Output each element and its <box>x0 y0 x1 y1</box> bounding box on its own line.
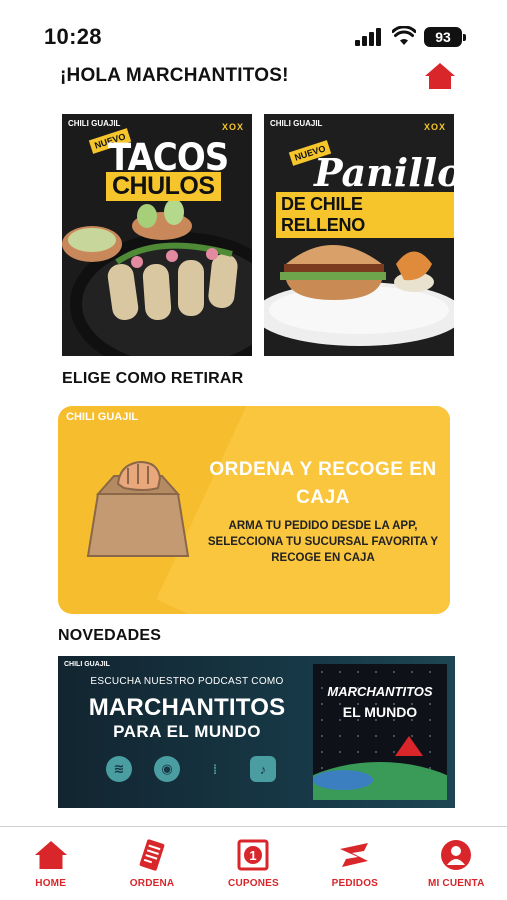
greeting-title: ¡HOLA MARCHANTITOS! <box>60 65 289 86</box>
pickup-description: ARMA TU PEDIDO DESDE LA APP, SELECCIONA … <box>207 520 439 564</box>
promo-title: Panillo <box>314 150 454 195</box>
spotify-icon[interactable]: ≋ <box>106 756 132 782</box>
nav-item-home[interactable]: HOME <box>6 827 96 900</box>
nav-label: PEDIDOS <box>331 878 379 889</box>
pickup-title: ORDENA Y RECOGE EN CAJA <box>209 459 437 508</box>
promo-title-highlight: DE CHILE RELLENO <box>276 192 454 238</box>
podcast-banner[interactable]: CHILI GUAJIL ESCUCHA NUESTRO PODCAST COM… <box>58 656 455 808</box>
podcast-platforms: ≋ ◉ ⁞ ♪ <box>106 756 276 784</box>
wifi-icon <box>392 26 416 45</box>
arrow-icon <box>395 736 423 756</box>
globe-icon <box>313 762 447 800</box>
account-icon <box>441 840 472 870</box>
section-title-news: NOVEDADES <box>58 627 162 644</box>
order-icon <box>139 839 165 871</box>
nav-item-orders[interactable]: PEDIDOS <box>310 827 400 900</box>
promo-deco: XOX <box>423 122 446 132</box>
pickup-brand-logo: CHILI GUAJIL <box>66 411 139 423</box>
nav-item-order[interactable]: ORDENA <box>107 827 197 900</box>
home-icon[interactable] <box>424 62 456 90</box>
paper-bag-icon <box>86 460 190 557</box>
nav-label: ORDENA <box>129 878 175 889</box>
coupon-icon: 1 <box>237 839 269 871</box>
home-icon <box>34 841 67 869</box>
promo-brand-logo: CHILI GUAJIL <box>270 119 323 128</box>
podcast-subtitle: ESCUCHA NUESTRO PODCAST COMO <box>90 676 284 687</box>
google-podcasts-icon[interactable]: ⁞ <box>202 756 228 782</box>
status-time: 10:28 <box>44 24 102 49</box>
bottom-nav: HOME ORDENA 1 CUPONES PEDIDOS MI CUENTA <box>0 826 507 900</box>
podcast-cover-image: MARCHANTITOS EL MUNDO <box>313 664 447 800</box>
nav-item-coupons[interactable]: 1 CUPONES <box>208 827 298 900</box>
nav-label: MI CUENTA <box>427 878 485 889</box>
nav-item-account[interactable]: MI CUENTA <box>411 827 501 900</box>
podcast-title: MARCHANTITOS <box>88 694 286 721</box>
cover-subtitle: EL MUNDO <box>342 704 418 720</box>
nav-label: HOME <box>35 878 67 889</box>
order-pickup-card[interactable]: CHILI GUAJIL ORDENA Y RECOGE EN CAJA ARM… <box>58 406 450 614</box>
promo-deco: XOX <box>221 122 244 132</box>
cover-title: MARCHANTITOS <box>327 684 433 699</box>
svg-text:1: 1 <box>250 848 257 863</box>
apple-podcasts-icon[interactable]: ◉ <box>154 756 180 782</box>
podcast-brand-logo: CHILI GUAJIL <box>64 661 110 668</box>
promo-title-highlight: CHULOS <box>106 172 221 201</box>
amazon-music-icon[interactable]: ♪ <box>250 756 276 782</box>
promo-card-tacos-chulos[interactable]: CHILI GUAJIL XOX NUEVO TACOS CHULOS <box>62 114 252 356</box>
signal-icon <box>355 28 383 46</box>
promo-brand-logo: CHILI GUAJIL <box>68 119 121 128</box>
promo-card-panillo[interactable]: CHILI GUAJIL XOX NUEVO Panillo DE CHILE … <box>264 114 454 356</box>
battery-icon: 93 <box>424 27 466 47</box>
status-bar: 10:28 93 <box>0 0 507 60</box>
orders-icon <box>339 843 368 867</box>
podcast-title-line2: PARA EL MUNDO <box>113 722 261 741</box>
nav-label: CUPONES <box>228 878 279 889</box>
section-title-pickup: ELIGE COMO RETIRAR <box>62 370 244 387</box>
